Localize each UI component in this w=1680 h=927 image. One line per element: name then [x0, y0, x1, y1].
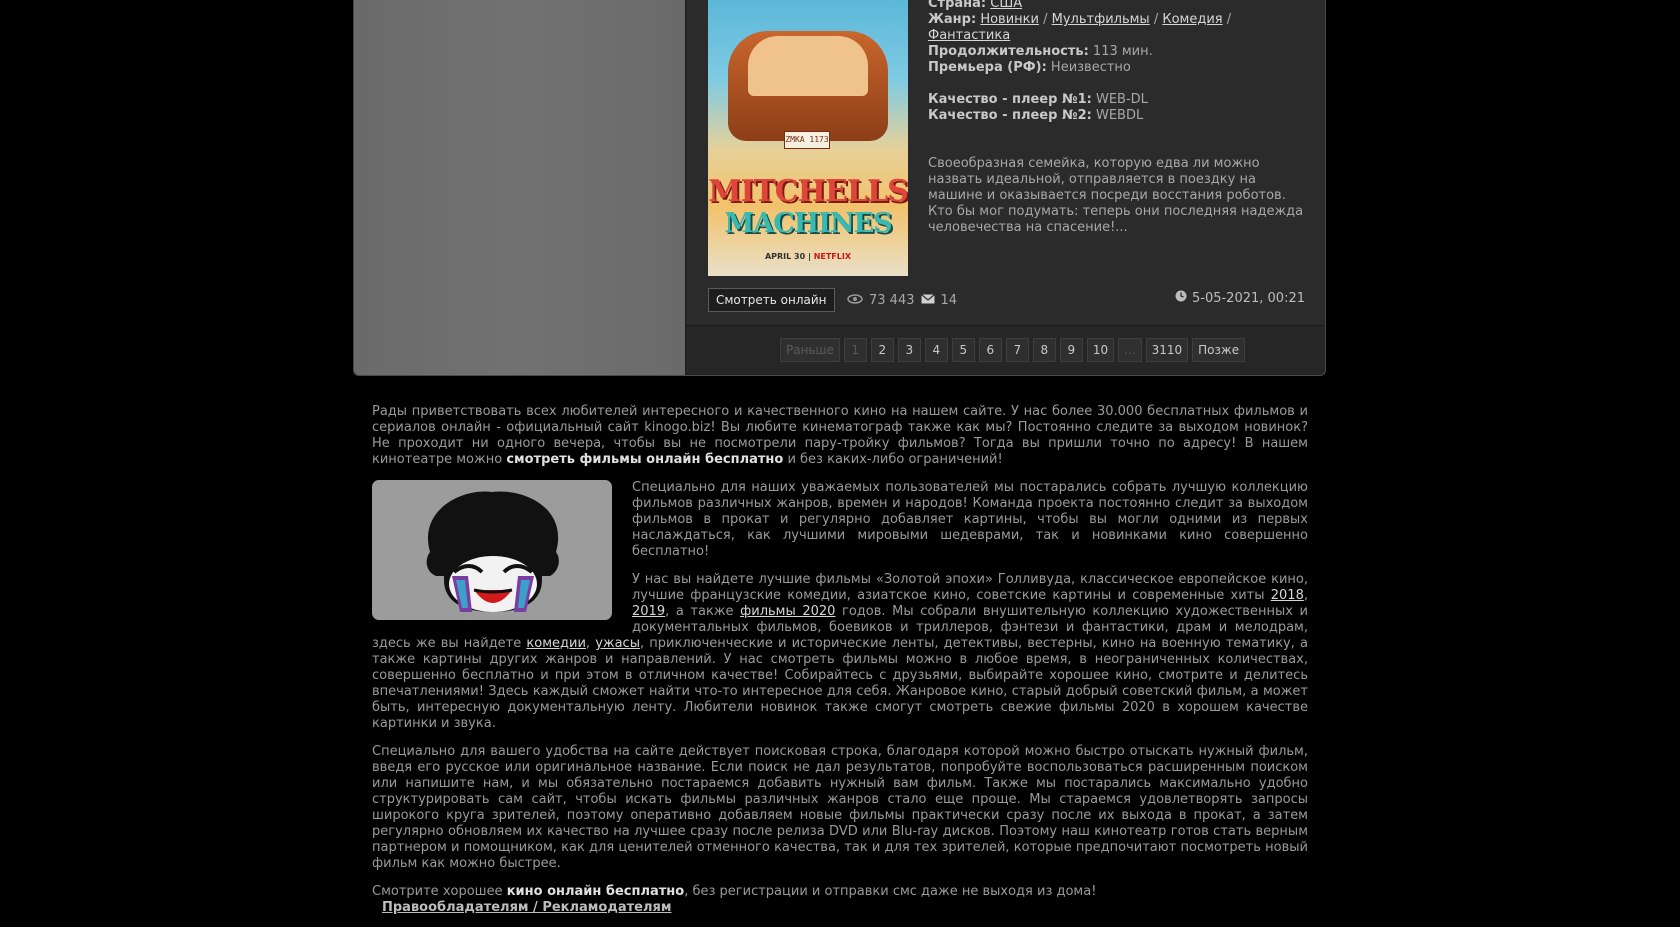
pagination-page[interactable]: 5 — [951, 338, 975, 362]
duration-value: 113 мин. — [1092, 44, 1153, 59]
about-p5-b: , без регистрации и отправки смс даже не… — [684, 884, 1097, 899]
left-sidebar — [354, 0, 686, 375]
main-frame: ZMKA 1173 MITCHELLS MACHINES APRIL 30 | … — [353, 0, 1326, 376]
genre-link-comedy[interactable]: Комедия — [1162, 12, 1222, 27]
poster-title-line2: MACHINES — [724, 208, 892, 239]
post-date: 5-05-2021, 00:21 — [1175, 290, 1305, 306]
premiere-row: Премьера (РФ): Неизвестно — [928, 60, 1310, 76]
pagination-page[interactable]: 6 — [978, 338, 1002, 362]
about-p1-end: и без каких-либо ограничений! — [783, 452, 1003, 467]
movie-content: ZMKA 1173 MITCHELLS MACHINES APRIL 30 | … — [686, 0, 1325, 375]
pagination-page[interactable]: 4 — [924, 338, 948, 362]
duration-label: Продолжительность: — [928, 44, 1089, 59]
poster-windshield — [748, 36, 868, 96]
poster-title-line1: MITCHELLS — [708, 174, 908, 209]
pagination-ellipsis: ... — [1118, 338, 1142, 362]
pagination-last-page[interactable]: 3110 — [1145, 338, 1189, 362]
quality2-row: Качество - плеер №2: WEBDL — [928, 108, 1310, 124]
genre-link-scifi[interactable]: Фантастика — [928, 28, 1010, 43]
eye-icon — [847, 293, 863, 308]
quality1-value: WEB-DL — [1095, 92, 1148, 107]
pagination-page[interactable]: 8 — [1032, 338, 1056, 362]
about-p5-a: Смотрите хорошее — [372, 884, 507, 899]
link-films-2020[interactable]: фильмы 2020 — [740, 604, 835, 619]
rights-holders-link[interactable]: Правообладателям / Рекламодателям — [382, 900, 671, 915]
quality2-label: Качество - плеер №2: — [928, 108, 1092, 123]
duration-row: Продолжительность: 113 мин. — [928, 44, 1310, 60]
views-count: 73 443 — [869, 293, 915, 308]
premiere-value: Неизвестно — [1050, 60, 1131, 75]
about-paragraph-1: Рады приветствовать всех любителей интер… — [372, 404, 1308, 468]
post-date-text: 5-05-2021, 00:21 — [1191, 290, 1305, 306]
about-p3-a: У нас вы найдете лучшие фильмы «Золотой … — [632, 572, 1308, 603]
premiere-label: Премьера (РФ): — [928, 60, 1047, 75]
quality1-row: Качество - плеер №1: WEB-DL — [928, 92, 1310, 108]
about-p3-e: , — [585, 636, 596, 651]
quality2-value: WEBDL — [1095, 108, 1144, 123]
genre-label: Жанр: — [928, 12, 977, 27]
about-p3-c: , а также — [665, 604, 741, 619]
genre-separator: / — [1226, 12, 1232, 27]
link-horror[interactable]: ужасы — [595, 636, 640, 651]
genre-link-new[interactable]: Новинки — [980, 12, 1039, 27]
country-row: Страна: США — [928, 0, 1310, 12]
genre-separator: / — [1043, 12, 1048, 27]
pagination-next[interactable]: Позже — [1192, 338, 1246, 362]
pagination-page[interactable]: 7 — [1005, 338, 1029, 362]
movie-poster[interactable]: ZMKA 1173 MITCHELLS MACHINES APRIL 30 | … — [708, 0, 908, 276]
genre-link-cartoons[interactable]: Мультфильмы — [1052, 12, 1150, 27]
link-2018[interactable]: 2018 — [1271, 588, 1304, 603]
about-p1-bold: смотреть фильмы онлайн бесплатно — [506, 452, 784, 467]
genre-separator: / — [1153, 12, 1159, 27]
pagination-page-current: 1 — [843, 338, 867, 362]
pagination-page[interactable]: 2 — [870, 338, 894, 362]
site-about-text: Рады приветствовать всех любителей интер… — [372, 404, 1308, 912]
pagination-prev: Раньше — [780, 338, 840, 362]
watch-online-button[interactable]: Смотреть онлайн — [708, 288, 835, 312]
pagination-page[interactable]: 9 — [1059, 338, 1083, 362]
link-2019[interactable]: 2019 — [632, 604, 665, 619]
genre-row: Жанр: Новинки / Мультфильмы / Комедия / … — [928, 12, 1310, 44]
movie-info: Страна: США Жанр: Новинки / Мультфильмы … — [928, 0, 1310, 124]
pagination-page[interactable]: 10 — [1086, 338, 1115, 362]
about-paragraph-5: Смотрите хорошее кино онлайн бесплатно, … — [372, 884, 1308, 900]
pagination: Раньше 1 2 3 4 5 6 7 8 9 10 ... 3110 Поз… — [780, 338, 1246, 362]
pagination-bar: Раньше 1 2 3 4 5 6 7 8 9 10 ... 3110 Поз… — [686, 325, 1325, 375]
about-paragraph-4: Специально для вашего удобства на сайте … — [372, 744, 1308, 871]
poster-date: APRIL 30 — [764, 252, 806, 261]
clock-icon — [1175, 290, 1187, 306]
comments-count[interactable]: 14 — [941, 293, 958, 308]
mail-icon — [920, 293, 935, 308]
about-p3-b: , — [1303, 588, 1308, 603]
about-p5-bold: кино онлайн бесплатно — [506, 884, 685, 899]
poster-brand: NETFLIX — [813, 252, 852, 261]
movie-description: Своеобразная семейка, которую едва ли мо… — [928, 156, 1304, 235]
poster-footer: APRIL 30 | NETFLIX — [764, 252, 852, 261]
mascot-image — [372, 480, 612, 620]
movie-stats: 73 443 14 — [847, 293, 957, 308]
link-comedy[interactable]: комедии — [526, 636, 586, 651]
pagination-page[interactable]: 3 — [897, 338, 921, 362]
country-link[interactable]: США — [990, 0, 1022, 11]
poster-plate: ZMKA 1173 — [784, 131, 830, 149]
country-label: Страна: — [928, 0, 987, 11]
quality1-label: Качество - плеер №1: — [928, 92, 1092, 107]
